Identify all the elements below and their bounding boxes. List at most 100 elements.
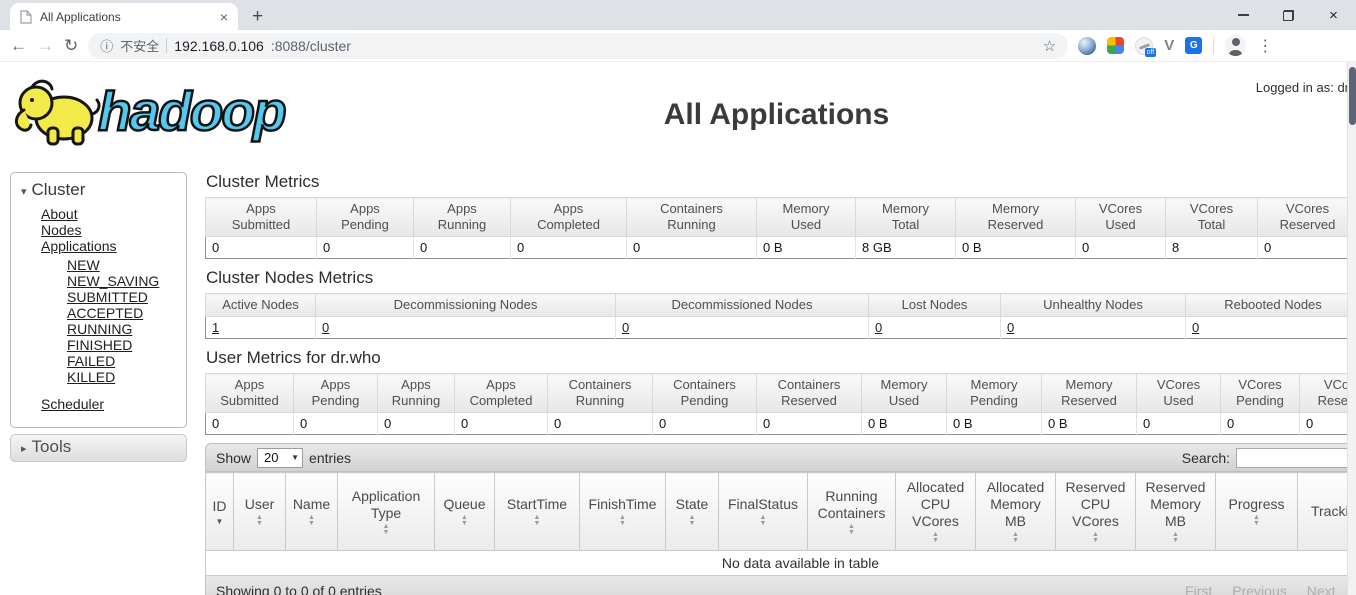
node-metric-link[interactable]: 0 <box>322 320 329 335</box>
column-header-name[interactable]: Name▲▼ <box>286 473 338 551</box>
sidebar-link[interactable]: Applications <box>41 239 186 254</box>
forward-icon[interactable]: → <box>37 37 54 54</box>
sidebar-app-state-link[interactable]: SUBMITTED <box>67 290 186 305</box>
search-label: Search: <box>1182 450 1230 466</box>
metric-header-label: VCores Used <box>1141 377 1216 409</box>
column-header-running-containers[interactable]: Running Containers ▲▼ <box>808 473 896 551</box>
metric-value: 0 B <box>956 237 1076 259</box>
extension-sphere-icon[interactable] <box>1078 37 1096 55</box>
sidebar-app-state-link[interactable]: NEW_SAVING <box>67 274 186 289</box>
column-header-starttime[interactable]: StartTime ▲▼ <box>495 473 580 551</box>
node-metric-link[interactable]: 0 <box>622 320 629 335</box>
profile-avatar[interactable] <box>1225 35 1246 56</box>
cluster-links: AboutNodesApplications <box>11 207 186 254</box>
sidebar-section-cluster[interactable]: ▾Cluster <box>11 177 186 206</box>
node-metric-link[interactable]: 0 <box>1007 320 1014 335</box>
bookmark-star-icon[interactable]: ☆ <box>1043 37 1056 55</box>
metric-header: Apps Running <box>414 198 511 237</box>
metric-value: 0 <box>1221 413 1300 435</box>
sidebar: ▾Cluster AboutNodesApplications NEWNEW_S… <box>10 172 187 462</box>
column-label: FinishTime <box>589 496 657 512</box>
window-minimize-button[interactable] <box>1221 0 1266 30</box>
browser-menu-icon[interactable]: ⋮ <box>1257 36 1273 56</box>
column-label: Progress <box>1228 496 1284 512</box>
vertical-scrollbar[interactable] <box>1347 62 1356 595</box>
cluster-metrics-header-row: Apps SubmittedApps PendingApps RunningAp… <box>206 198 1349 237</box>
metric-header: Rebooted Nodes <box>1186 294 1349 317</box>
translate-icon[interactable]: G <box>1185 37 1202 54</box>
node-metric-link[interactable]: 0 <box>1192 320 1199 335</box>
column-header-allocated-memory-mb[interactable]: Allocated Memory MB▲▼ <box>976 473 1056 551</box>
window-close-button[interactable]: × <box>1311 0 1356 30</box>
metric-value: 0 <box>206 413 294 435</box>
scrollbar-thumb[interactable] <box>1349 67 1356 125</box>
hadoop-page: hadoop Logged in as: dr All Applications… <box>0 62 1356 595</box>
column-header-allocated-cpu-vcores[interactable]: Allocated CPU VCores▲▼ <box>896 473 976 551</box>
sidebar-app-state-link[interactable]: NEW <box>67 258 186 273</box>
metric-value: 0 <box>627 237 757 259</box>
column-header-id[interactable]: ID▼ <box>206 473 234 551</box>
column-header-reserved-memory-mb[interactable]: Reserved Memory MB▲▼ <box>1136 473 1216 551</box>
pagination-button[interactable]: First <box>1185 583 1212 595</box>
cluster-nodes-metrics-table: Active NodesDecommissioning NodesDecommi… <box>205 293 1348 339</box>
page-size-select[interactable]: 20▼ <box>257 448 303 468</box>
extension-v-icon[interactable]: V <box>1164 38 1174 53</box>
back-icon[interactable]: ← <box>10 37 27 54</box>
metric-value: 0 B <box>947 413 1042 435</box>
info-icon[interactable]: ⓘ <box>100 36 113 55</box>
browser-toolbar: ← → ↻ ⓘ 不安全 192.168.0.106:8088/cluster ☆… <box>0 30 1356 62</box>
column-label: Running Containers <box>818 488 886 521</box>
metric-value: 0 B <box>1042 413 1137 435</box>
node-metric-link[interactable]: 0 <box>875 320 882 335</box>
sidebar-app-state-link[interactable]: KILLED <box>67 370 186 385</box>
address-bar[interactable]: ⓘ 不安全 192.168.0.106:8088/cluster ☆ <box>88 33 1068 59</box>
column-header-finishtime[interactable]: FinishTime▲▼ <box>580 473 666 551</box>
window-restore-button[interactable] <box>1266 0 1311 30</box>
tab-close-icon[interactable]: × <box>220 9 228 25</box>
metric-value: 0 <box>294 413 378 435</box>
pagination: FirstPreviousNextLast <box>1185 583 1348 595</box>
cluster-nodes-metrics-title: Cluster Nodes Metrics <box>206 268 1348 288</box>
node-metric-link[interactable]: 1 <box>212 320 219 335</box>
pagination-button[interactable]: Previous <box>1232 583 1286 595</box>
sidebar-app-state-link[interactable]: ACCEPTED <box>67 306 186 321</box>
column-label: Allocated Memory MB <box>987 479 1045 529</box>
sidebar-app-state-link[interactable]: FINISHED <box>67 338 186 353</box>
metric-value: 0 <box>317 237 414 259</box>
sidebar-app-state-link[interactable]: RUNNING <box>67 322 186 337</box>
url-host: 192.168.0.106 <box>174 38 264 54</box>
column-header-tracking-ui[interactable]: Tracking UI <box>1298 473 1349 551</box>
column-header-reserved-cpu-vcores[interactable]: Reserved CPU VCores▲▼ <box>1056 473 1136 551</box>
reload-icon[interactable]: ↻ <box>64 37 78 54</box>
extension-lightning-icon[interactable] <box>1107 37 1124 54</box>
sidebar-section-tools[interactable]: ▸Tools <box>10 434 187 462</box>
metric-header: Apps Submitted <box>206 374 294 413</box>
metric-header-label: VCores Total <box>1170 201 1253 233</box>
column-header-user[interactable]: User▲▼ <box>234 473 286 551</box>
browser-tab[interactable]: All Applications × <box>10 3 238 30</box>
extension-off-icon[interactable]: off <box>1135 37 1153 55</box>
sort-icon: ▲▼ <box>341 524 431 536</box>
metric-header-label: Apps Completed <box>515 201 622 233</box>
metric-header-label: Memory Used <box>761 201 851 233</box>
column-header-progress[interactable]: Progress▲▼ <box>1216 473 1298 551</box>
sidebar-app-state-link[interactable]: FAILED <box>67 354 186 369</box>
search-control: Search: <box>1182 448 1348 468</box>
column-label: Name <box>293 496 330 512</box>
column-header-queue[interactable]: Queue▲▼ <box>435 473 495 551</box>
pagination-button[interactable]: Next <box>1307 583 1336 595</box>
sidebar-link[interactable]: Nodes <box>41 223 186 238</box>
search-input[interactable] <box>1236 448 1348 468</box>
column-label: StartTime <box>507 496 567 512</box>
sidebar-link[interactable]: About <box>41 207 186 222</box>
new-tab-button[interactable]: + <box>252 7 263 26</box>
sidebar-link-scheduler[interactable]: Scheduler <box>41 397 186 412</box>
sort-icon: ▲▼ <box>811 524 892 536</box>
metric-header-label: Apps Running <box>382 377 450 409</box>
sort-icon: ▲▼ <box>498 515 576 527</box>
column-header-state[interactable]: State▲▼ <box>666 473 719 551</box>
column-header-application-type[interactable]: Application Type▲▼ <box>338 473 435 551</box>
expanded-arrow-icon: ▾ <box>21 186 27 198</box>
column-header-finalstatus[interactable]: FinalStatus▲▼ <box>719 473 808 551</box>
metric-header: Apps Running <box>378 374 455 413</box>
